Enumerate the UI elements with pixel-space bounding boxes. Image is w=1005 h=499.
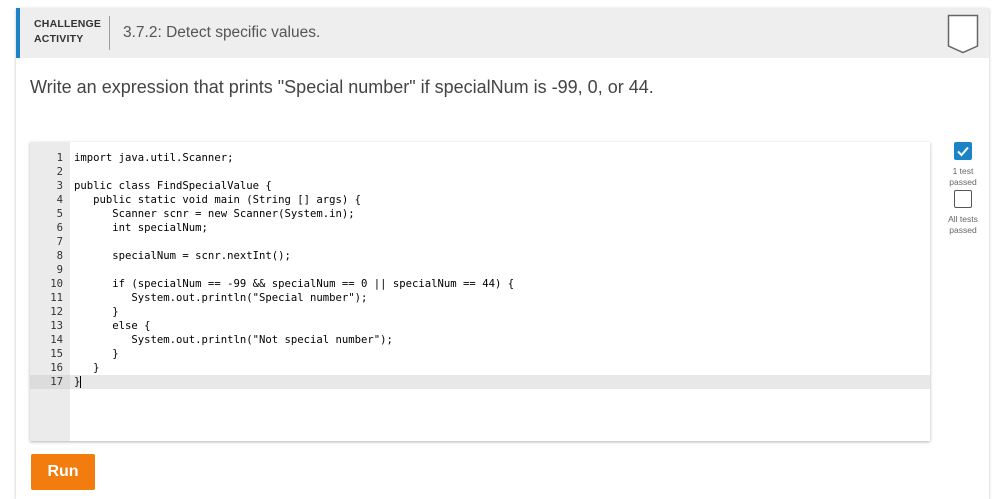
line-text[interactable]: public class FindSpecialValue { xyxy=(74,179,272,193)
activity-type-line2: ACTIVITY xyxy=(34,33,84,45)
line-number: 11 xyxy=(50,292,63,304)
code-line[interactable]: 8 specialNum = scnr.nextInt(); xyxy=(30,249,930,263)
line-number: 3 xyxy=(56,180,63,192)
code-line[interactable]: 13 else { xyxy=(30,319,930,333)
line-number: 7 xyxy=(56,236,63,248)
line-number: 17 xyxy=(30,375,70,389)
line-number: 15 xyxy=(50,348,63,360)
line-number: 12 xyxy=(50,306,63,318)
checkmark-icon xyxy=(957,146,969,157)
line-text[interactable]: if (specialNum == -99 && specialNum == 0… xyxy=(74,277,514,291)
text-cursor xyxy=(80,376,82,388)
line-text[interactable]: System.out.println("Not special number")… xyxy=(74,333,393,347)
code-line[interactable]: 4 public static void main (String [] arg… xyxy=(30,193,930,207)
code-line[interactable]: 9 xyxy=(30,263,930,277)
line-text[interactable]: System.out.println("Special number"); xyxy=(74,291,367,305)
challenge-activity-card: CHALLENGE ACTIVITY 3.7.2: Detect specifi… xyxy=(16,8,989,499)
line-text[interactable]: } xyxy=(74,375,82,389)
code-line[interactable]: 11 System.out.println("Special number"); xyxy=(30,291,930,305)
header-divider xyxy=(109,16,110,50)
line-text[interactable]: } xyxy=(74,361,99,375)
code-editor[interactable]: 1 import java.util.Scanner; 2 3 public class… xyxy=(30,142,930,441)
test-passed-checkbox-icon xyxy=(954,142,972,160)
code-line[interactable]: 6 int specialNum; xyxy=(30,221,930,235)
activity-prompt: Write an expression that prints "Special… xyxy=(30,77,654,97)
code-lines[interactable]: 1 import java.util.Scanner; 2 3 public class… xyxy=(30,151,930,389)
test-passed-label: 1 test passed xyxy=(949,166,977,187)
activity-title: 3.7.2: Detect specific values. xyxy=(123,24,321,41)
all-tests-checkbox-icon xyxy=(954,190,972,208)
line-number: 8 xyxy=(56,250,63,262)
code-line[interactable]: 7 xyxy=(30,235,930,249)
line-text[interactable]: import java.util.Scanner; xyxy=(74,151,233,165)
bookmark-icon[interactable] xyxy=(947,14,979,54)
line-number: 14 xyxy=(50,334,63,346)
line-number: 16 xyxy=(50,362,63,374)
line-number: 9 xyxy=(56,264,63,276)
line-number: 4 xyxy=(56,194,63,206)
code-line[interactable]: 1 import java.util.Scanner; xyxy=(30,151,930,165)
code-line[interactable]: 5 Scanner scnr = new Scanner(System.in); xyxy=(30,207,930,221)
code-line[interactable]: 14 System.out.println("Not special numbe… xyxy=(30,333,930,347)
line-number: 2 xyxy=(56,166,63,178)
activity-header: CHALLENGE ACTIVITY 3.7.2: Detect specifi… xyxy=(16,8,989,58)
line-text[interactable]: else { xyxy=(74,319,150,333)
line-number: 6 xyxy=(56,222,63,234)
code-line[interactable]: 2 xyxy=(30,165,930,179)
activity-type-label: CHALLENGE ACTIVITY xyxy=(34,17,101,47)
all-tests-label: All tests passed xyxy=(948,214,978,235)
line-text[interactable]: } xyxy=(74,347,118,361)
code-line[interactable]: 17} xyxy=(30,375,930,389)
code-line[interactable]: 15 } xyxy=(30,347,930,361)
line-number: 13 xyxy=(50,320,63,332)
line-text[interactable]: Scanner scnr = new Scanner(System.in); xyxy=(74,207,354,221)
code-line[interactable]: 10 if (specialNum == -99 && specialNum =… xyxy=(30,277,930,291)
line-number: 10 xyxy=(50,278,63,290)
line-text[interactable]: specialNum = scnr.nextInt(); xyxy=(74,249,291,263)
line-text[interactable]: } xyxy=(74,305,118,319)
test-results: 1 test passed All tests passed xyxy=(943,142,983,238)
line-text[interactable]: public static void main (String [] args)… xyxy=(74,193,361,207)
run-button[interactable]: Run xyxy=(31,454,95,490)
line-number: 1 xyxy=(56,152,63,164)
code-line[interactable]: 3 public class FindSpecialValue { xyxy=(30,179,930,193)
activity-type-line1: CHALLENGE xyxy=(34,18,102,30)
line-number: 5 xyxy=(56,208,63,220)
code-line[interactable]: 12 } xyxy=(30,305,930,319)
line-text[interactable]: int specialNum; xyxy=(74,221,208,235)
code-line[interactable]: 16 } xyxy=(30,361,930,375)
